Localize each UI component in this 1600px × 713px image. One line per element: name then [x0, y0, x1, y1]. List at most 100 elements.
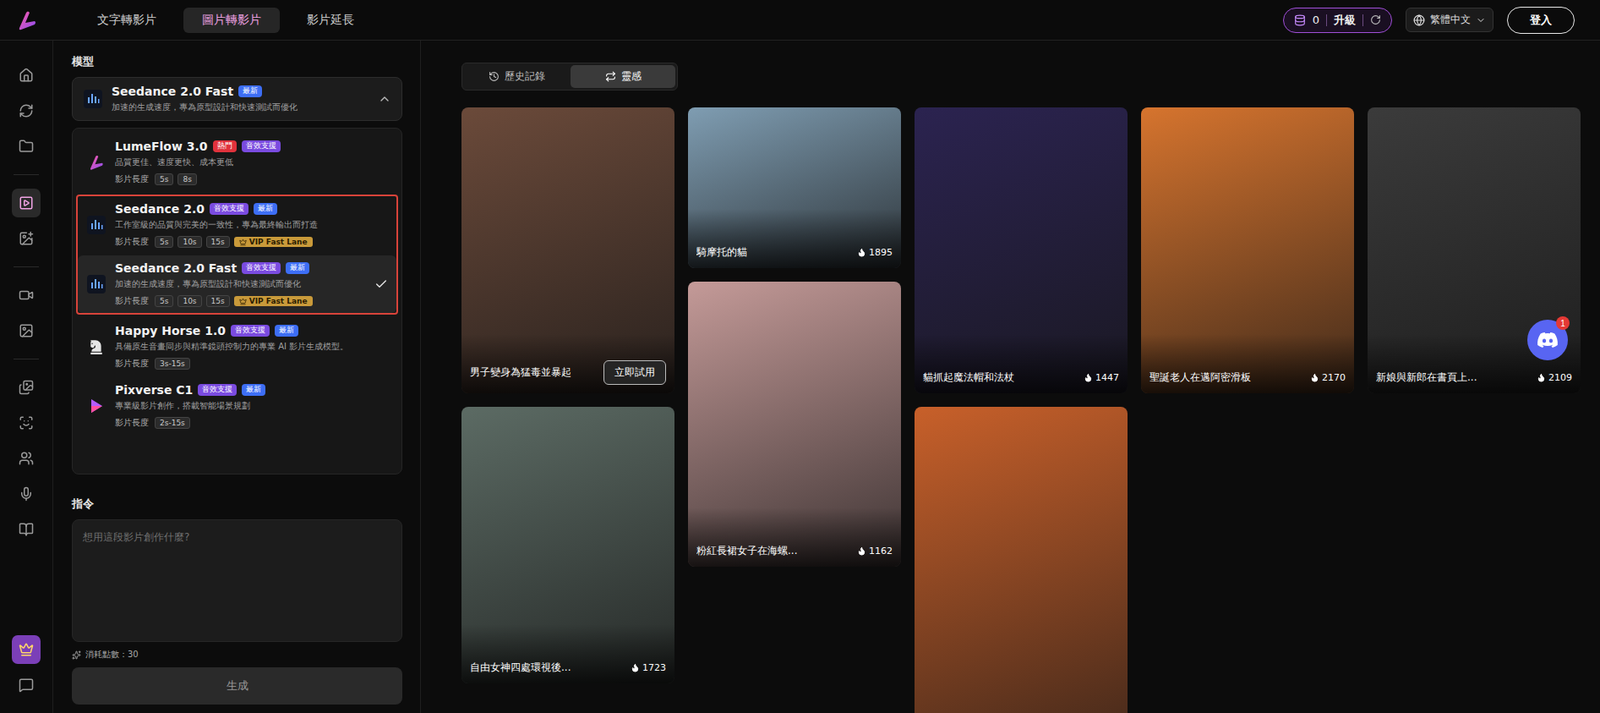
login-button[interactable]: 登入 — [1507, 6, 1575, 34]
sidebar-icon — [18, 103, 34, 119]
sidebar-icon — [18, 486, 34, 502]
length-chip: 10s — [177, 294, 202, 307]
mode-tab[interactable]: 影片延長 — [288, 7, 373, 33]
upgrade-label: 升級 — [1333, 12, 1356, 28]
sidebar-icon — [18, 641, 34, 657]
sidebar-item[interactable] — [11, 280, 41, 310]
prompt-input[interactable] — [71, 518, 403, 642]
card-likes: 2109 — [1536, 371, 1573, 383]
bars-icon — [87, 274, 106, 294]
length-chip: 15s — [206, 294, 230, 307]
model-option[interactable]: Seedance 2.0音效支援最新工作室級的品質與完美的一致性，專為最終輸出而… — [77, 196, 397, 254]
sidebar-item[interactable] — [11, 316, 41, 345]
sidebar-item[interactable] — [11, 479, 41, 508]
gallery-card[interactable]: 男子變身為猛毒並暴起立即試用 — [461, 107, 675, 394]
model-body: Happy Horse 1.0音效支援最新具備原生音畫同步與精準鏡頭控制力的專業… — [114, 323, 388, 370]
card-footer: 自由女神四處環視後... 1723 — [469, 660, 667, 675]
cost-label: 消耗點數：30 — [85, 648, 139, 661]
model-name: Pixverse C1 — [114, 382, 193, 397]
model-description: 加速的生成速度，專為原型設計和快速測試而優化 — [114, 278, 366, 290]
sidebar-item[interactable] — [11, 372, 41, 402]
model-badge: 音效支援 — [209, 202, 249, 215]
model-group: Happy Horse 1.0音效支援最新具備原生音畫同步與精準鏡頭控制力的專業… — [76, 316, 399, 437]
mode-tab[interactable]: 圖片轉影片 — [183, 7, 280, 33]
model-body: Seedance 2.0 Fast音效支援最新加速的生成速度，專為原型設計和快速… — [114, 261, 366, 307]
card-shade — [914, 333, 1128, 394]
sidebar-separator — [13, 174, 39, 175]
logo-icon — [16, 9, 39, 32]
gallery-card[interactable]: 貓抓起魔法帽和法杖1447 — [914, 107, 1128, 394]
history-icon — [488, 70, 500, 82]
sidebar-item[interactable] — [11, 408, 41, 437]
sidebar-item[interactable] — [11, 60, 41, 90]
model-option[interactable]: Seedance 2.0 Fast音效支援最新加速的生成速度，專為原型設計和快速… — [77, 255, 397, 313]
model-badge: 熱門 — [212, 140, 237, 153]
length-chip: 5s — [154, 173, 174, 186]
model-icon-box — [86, 395, 107, 416]
sidebar-item[interactable] — [11, 188, 41, 218]
sidebar-item[interactable] — [11, 634, 41, 664]
model-badge: 最新 — [238, 85, 263, 98]
credits-pill[interactable]: 0升級 — [1283, 7, 1393, 33]
gallery-card[interactable]: 粉紅長裙女子在海螺... 1162 — [688, 281, 902, 567]
model-description: 專業級影片創作，搭載智能場景規劃 — [114, 399, 388, 412]
gallery-card[interactable] — [914, 406, 1128, 713]
gallery-column: 貓抓起魔法帽和法杖1447 — [914, 107, 1128, 713]
mode-tab[interactable]: 文字轉影片 — [78, 7, 175, 33]
bars-icon — [87, 215, 106, 235]
model-description: 加速的生成速度，專為原型設計和快速測試而優化 — [111, 101, 370, 114]
settings-panel: 模型Seedance 2.0 Fast最新加速的生成速度，專為原型設計和快速測試… — [53, 40, 421, 713]
card-likes: 1162 — [857, 545, 893, 557]
card-caption: 聖誕老人在邁阿密滑板 — [1149, 370, 1251, 385]
try-button[interactable]: 立即試用 — [603, 360, 667, 385]
language-button[interactable]: 繁體中文 — [1405, 7, 1494, 33]
model-badge: 音效支援 — [197, 383, 237, 396]
model-name: Seedance 2.0 — [114, 202, 205, 216]
length-chip: 8s — [177, 173, 197, 186]
model-body: Seedance 2.0 Fast最新加速的生成速度，專為原型設計和快速測試而優… — [111, 84, 370, 114]
length-label: 影片長度 — [114, 357, 149, 370]
refresh-icon — [1370, 14, 1382, 26]
model-option[interactable]: LumeFlow 3.0熱門音效支援品質更佳、速度更快、成本更低影片長度5s8s — [77, 133, 397, 192]
chevron-down-icon — [1475, 15, 1486, 26]
generate-button[interactable]: 生成 — [71, 666, 403, 705]
model-select[interactable]: Seedance 2.0 Fast最新加速的生成速度，專為原型設計和快速測試而優… — [71, 76, 403, 121]
sidebar-item[interactable] — [11, 223, 41, 253]
gallery-card[interactable]: 聖誕老人在邁阿密滑板2170 — [1141, 107, 1355, 394]
card-caption: 粉紅長裙女子在海螺... — [696, 543, 798, 558]
sidebar-item[interactable] — [11, 514, 41, 544]
card-caption: 自由女神四處環視後... — [469, 660, 571, 675]
model-name: LumeFlow 3.0 — [114, 139, 208, 153]
discord-button[interactable]: 1 — [1527, 319, 1568, 361]
vip-chip: VIP Fast Lane — [234, 236, 313, 247]
sidebar — [0, 40, 54, 713]
length-chip: 3s-15s — [154, 357, 191, 370]
card-likes: 1723 — [630, 661, 667, 673]
model-option[interactable]: Pixverse C1音效支援最新專業級影片創作，搭載智能場景規劃影片長度2s-… — [77, 376, 397, 435]
gallery-tab[interactable]: 靈感 — [570, 65, 676, 88]
crown-icon — [239, 297, 247, 306]
sidebar-item[interactable] — [11, 131, 41, 161]
gallery-column: 騎摩托的貓1895 粉紅長裙女子在海螺... 1162 — [688, 107, 902, 567]
model-description: 工作室級的品質與完美的一致性，專為最終輸出而打造 — [114, 218, 388, 231]
length-label: 影片長度 — [114, 294, 149, 307]
model-option[interactable]: Happy Horse 1.0音效支援最新具備原生音畫同步與精準鏡頭控制力的專業… — [77, 317, 397, 376]
card-footer: 貓抓起魔法帽和法杖1447 — [922, 370, 1120, 385]
sidebar-item[interactable] — [11, 443, 41, 473]
card-caption: 貓抓起魔法帽和法杖 — [922, 370, 1015, 385]
logo[interactable] — [0, 9, 54, 32]
model-badge: 音效支援 — [241, 262, 281, 274]
model-icon-box — [86, 336, 107, 357]
gallery-tab[interactable]: 歷史記錄 — [464, 65, 569, 88]
model-group: Seedance 2.0音效支援最新工作室級的品質與完美的一致性，專為最終輸出而… — [76, 194, 399, 315]
length-row: 影片長度5s10s15sVIP Fast Lane — [114, 294, 366, 307]
gallery-card[interactable]: 自由女神四處環視後... 1723 — [461, 406, 675, 683]
card-footer: 聖誕老人在邁阿密滑板2170 — [1149, 370, 1346, 385]
length-chip: 5s — [154, 235, 174, 248]
sidebar-item[interactable] — [11, 670, 41, 699]
gallery-column: 聖誕老人在邁阿密滑板2170 — [1141, 107, 1355, 394]
sidebar-item[interactable] — [11, 96, 41, 126]
model-badge: 音效支援 — [241, 140, 281, 153]
gallery-card[interactable]: 騎摩托的貓1895 — [688, 107, 902, 268]
model-name-row: LumeFlow 3.0 熱門音效支援 — [114, 139, 388, 153]
